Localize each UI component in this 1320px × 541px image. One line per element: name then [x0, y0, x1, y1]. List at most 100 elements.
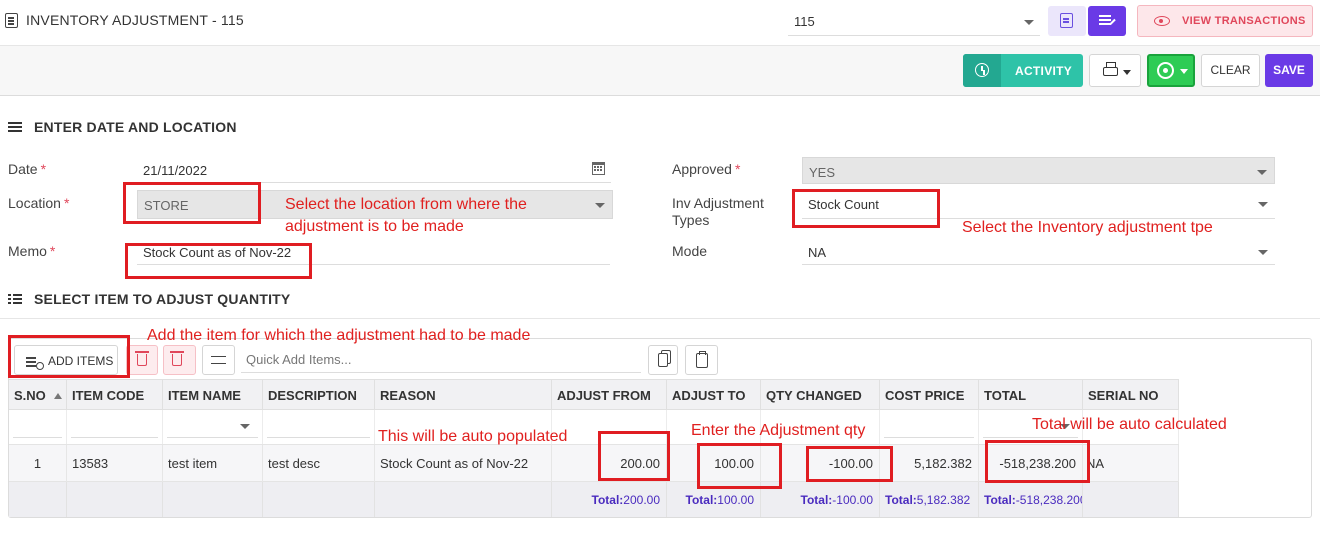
cell-reason[interactable]: Stock Count as of Nov-22	[375, 445, 552, 482]
document-number-value: 115	[794, 14, 815, 29]
clipboard-icon	[696, 351, 708, 368]
chevron-down-icon	[595, 203, 605, 208]
chevron-down-icon	[1258, 202, 1268, 207]
column-header-cost-price[interactable]: COST PRICE	[880, 380, 979, 410]
add-items-label: ADD ITEMS	[48, 354, 114, 368]
save-button[interactable]: SAVE	[1265, 54, 1313, 87]
annotation-total-auto: Total will be auto calculated	[1032, 416, 1227, 433]
total-empty	[1083, 482, 1179, 517]
cell-serial-no[interactable]: NA	[1083, 445, 1179, 482]
delete-all-button[interactable]	[163, 345, 196, 375]
chevron-down-icon	[1180, 69, 1188, 74]
add-items-button[interactable]: ADD ITEMS	[14, 345, 118, 375]
total-cost-price: Total:5,182.382	[880, 482, 979, 517]
total-empty	[9, 482, 67, 517]
document-icon	[5, 13, 18, 28]
quick-add-placeholder: Quick Add Items...	[246, 352, 352, 367]
grid-filter-row	[9, 410, 1179, 444]
approved-select[interactable]: YES	[802, 157, 1275, 184]
chevron-down-icon	[1258, 250, 1268, 255]
filter-input[interactable]	[267, 416, 370, 438]
filter-input[interactable]	[13, 416, 62, 438]
chevron-down-icon	[1257, 170, 1267, 175]
cell-adjust-to[interactable]: 100.00	[667, 445, 761, 482]
action-toolbar: ACTIVITY CLEAR SAVE	[0, 46, 1320, 96]
document-number-select[interactable]: 115	[788, 8, 1040, 36]
location-value: STORE	[144, 198, 189, 213]
paste-button[interactable]	[685, 345, 718, 375]
filter-input[interactable]	[71, 416, 158, 438]
location-label: Location *	[8, 195, 70, 211]
column-header-adjust-to[interactable]: ADJUST TO	[667, 380, 761, 410]
trash-list-icon	[170, 351, 184, 366]
page-title: INVENTORY ADJUSTMENT - 115	[26, 12, 244, 28]
whatsapp-button[interactable]	[1147, 54, 1195, 87]
cell-cost-price[interactable]: 5,182.382	[880, 445, 979, 482]
total-adjust-from: Total:200.00	[552, 482, 667, 517]
title-bar: INVENTORY ADJUSTMENT - 115 115 VIEW TRAN…	[0, 0, 1320, 46]
cell-qty-changed[interactable]: -100.00	[761, 445, 880, 482]
column-header-serial-no[interactable]: SERIAL NO	[1083, 380, 1179, 410]
date-field[interactable]: 21/11/2022	[137, 156, 611, 183]
memo-value: Stock Count as of Nov-22	[143, 245, 292, 260]
date-value: 21/11/2022	[143, 163, 208, 178]
memo-input[interactable]: Stock Count as of Nov-22	[137, 238, 610, 265]
filter-input[interactable]	[884, 416, 974, 438]
column-header-item-name[interactable]: ITEM NAME	[163, 380, 263, 410]
table-row[interactable]: 1 13583 test item test desc Stock Count …	[9, 444, 1179, 482]
filter-cost-price	[880, 410, 979, 444]
column-header-reason[interactable]: REASON	[375, 380, 552, 410]
activity-icon-wrap	[963, 54, 1001, 87]
total-empty	[163, 482, 263, 517]
list-icon	[8, 294, 22, 304]
adjustment-type-label: Inv Adjustment Types	[672, 195, 764, 228]
cell-item-code[interactable]: 13583	[67, 445, 163, 482]
column-header-description[interactable]: DESCRIPTION	[263, 380, 375, 410]
calendar-icon[interactable]	[592, 162, 605, 175]
cell-total: -518,238.200	[979, 445, 1083, 482]
filter-adjust-from	[552, 410, 667, 444]
column-header-sno[interactable]: S.NO	[9, 380, 67, 410]
adjustment-type-select[interactable]: Stock Count	[802, 190, 1275, 219]
view-transactions-button[interactable]: VIEW TRANSACTIONS	[1137, 5, 1313, 37]
cell-item-name[interactable]: test item	[163, 445, 263, 482]
total-empty	[67, 482, 163, 517]
approved-value: YES	[809, 165, 836, 180]
annotation-adjustment-type: Select the Inventory adjustment tpe	[962, 219, 1213, 236]
clear-button[interactable]: CLEAR	[1201, 54, 1260, 87]
quick-add-input[interactable]: Quick Add Items...	[241, 347, 641, 373]
mode-select[interactable]: NA	[802, 238, 1275, 265]
annotation-auto-populated: This will be auto populated	[378, 428, 568, 445]
mode-label: Mode	[672, 243, 708, 259]
filter-item-name	[163, 410, 263, 444]
total-adjust-to: Total:100.00	[667, 482, 761, 517]
section-heading-select-items: SELECT ITEM TO ADJUST QUANTITY	[8, 291, 290, 307]
annotation-add-items: Add the item for which the adjustment ha…	[147, 327, 531, 344]
add-list-icon	[26, 357, 44, 370]
section-heading-date-location: ENTER DATE AND LOCATION	[8, 119, 237, 135]
swap-arrows-icon	[211, 356, 226, 364]
column-header-total[interactable]: TOTAL	[979, 380, 1083, 410]
total-qty-changed: Total:-100.00	[761, 482, 880, 517]
swap-button[interactable]	[202, 345, 235, 375]
cell-description[interactable]: test desc	[263, 445, 375, 482]
column-header-item-code[interactable]: ITEM CODE	[67, 380, 163, 410]
eye-icon	[1154, 16, 1170, 26]
note-icon	[1060, 13, 1073, 28]
column-header-qty-changed[interactable]: QTY CHANGED	[761, 380, 880, 410]
copy-button[interactable]	[648, 345, 678, 375]
list-card-icon	[8, 122, 22, 133]
print-button[interactable]	[1089, 54, 1141, 87]
trash-icon	[135, 351, 149, 366]
view-transactions-label: VIEW TRANSACTIONS	[1182, 15, 1306, 27]
edit-list-icon	[1099, 15, 1111, 17]
delete-row-button[interactable]	[126, 345, 158, 375]
edit-list-button[interactable]	[1088, 6, 1126, 36]
filter-item-code	[67, 410, 163, 444]
column-header-adjust-from[interactable]: ADJUST FROM	[552, 380, 667, 410]
notes-button[interactable]	[1048, 6, 1086, 36]
memo-label: Memo *	[8, 243, 56, 259]
activity-button[interactable]: ACTIVITY	[963, 54, 1083, 87]
filter-sno	[9, 410, 67, 444]
printer-icon	[1103, 62, 1118, 76]
